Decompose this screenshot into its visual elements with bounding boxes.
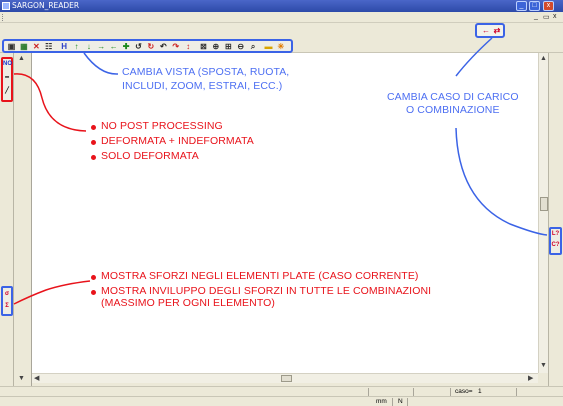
title-bar[interactable]: SARGON_READER _ □ x xyxy=(0,0,563,12)
postprocess-icon-group: NO ━ ╱ xyxy=(1,57,13,102)
move-horizontal-icon[interactable]: H xyxy=(60,42,69,51)
status-separator xyxy=(450,388,451,396)
switch-case-icon[interactable]: ⇄ xyxy=(492,26,502,36)
bullet-icon xyxy=(91,290,96,295)
mdi-restore-button[interactable]: ▭ xyxy=(543,13,550,21)
left-splitter[interactable]: ▲ ▼ xyxy=(14,53,32,386)
view-table-icon[interactable]: ☷ xyxy=(44,42,53,51)
force-unit-label: N xyxy=(398,398,403,405)
stress-icon-group: σΣ xyxy=(1,286,13,316)
no-post-processing-icon[interactable]: NO xyxy=(3,61,12,67)
load-case-icon-group: L? C? xyxy=(549,227,562,255)
bullet-icon xyxy=(91,275,96,280)
stress-option-2: MOSTRA INVILUPPO DEGLI SFORZI IN TUTTE L… xyxy=(101,285,432,297)
plate-stress-envelope-icon[interactable]: Σ xyxy=(3,303,11,309)
view-annotation-line-1: CAMBIA VISTA (SPOSTA, RUOTA, xyxy=(122,66,290,78)
splitter-down-arrow-icon[interactable]: ▼ xyxy=(18,375,25,382)
view-grid-icon[interactable]: ▦ xyxy=(19,42,28,51)
zoom-window-icon[interactable]: ⊠ xyxy=(199,42,208,51)
close-button[interactable]: x xyxy=(543,1,554,11)
arrow-left-icon[interactable]: ← xyxy=(109,42,118,51)
mdi-minimize-button[interactable]: _ xyxy=(534,13,538,20)
menubar-grip[interactable] xyxy=(2,14,4,21)
minimize-button[interactable]: _ xyxy=(516,1,527,11)
view-toolbar-group: ▣ ▦ ✕ ☷ H ↑ ↓ → ← ✚ ↺ ↻ ↶ ↷ ↕ ⊠ ⊕ ⊞ ⊖ ⌕ ▬ ✳ xyxy=(2,39,293,53)
arrow-up-icon[interactable]: ↑ xyxy=(72,42,81,51)
center-icon[interactable]: ✚ xyxy=(122,42,131,51)
app-window: SARGON_READER _ □ x _ ▭ x ← ⇄ ▣ ▦ ✕ ☷ H ↑ ↓ → ← ✚… xyxy=(0,0,563,406)
open-folder-icon[interactable]: ▬ xyxy=(264,42,273,51)
rotate-up-icon[interactable]: ↶ xyxy=(159,42,168,51)
zoom-out-icon[interactable]: ⊖ xyxy=(236,42,245,51)
load-case-annotation-line-2: O COMBINAZIONE xyxy=(406,104,500,116)
rotate-left-icon[interactable]: ↺ xyxy=(134,42,143,51)
load-case-icon[interactable]: L? xyxy=(551,231,560,237)
left-panel xyxy=(0,53,14,398)
scroll-left-icon[interactable]: ◀ xyxy=(34,374,39,382)
case-label: caso= xyxy=(455,388,473,395)
status-separator xyxy=(392,398,393,406)
status-separator xyxy=(368,388,369,396)
arrow-right-icon[interactable]: → xyxy=(97,42,106,51)
previous-case-icon[interactable]: ← xyxy=(481,26,491,36)
postprocess-option-1: NO POST PROCESSING xyxy=(101,120,223,132)
zoom-extents-icon[interactable]: ⌕ xyxy=(249,42,258,51)
app-icon xyxy=(2,2,10,10)
combination-icon[interactable]: C? xyxy=(551,242,560,248)
view-toolbar: ▣ ▦ ✕ ☷ H ↑ ↓ → ← ✚ ↺ ↻ ↶ ↷ ↕ ⊠ ⊕ ⊞ ⊖ ⌕ ▬ ✳ xyxy=(0,39,563,53)
status-separator xyxy=(413,388,414,396)
deformed-undeformed-icon[interactable]: ━ xyxy=(3,74,11,81)
bullet-icon xyxy=(91,155,96,160)
vertical-scroll-thumb[interactable] xyxy=(540,197,548,211)
status-bar-case: caso= 1 xyxy=(0,386,563,396)
view-annotation-line-2: INCLUDI, ZOOM, ESTRAI, ECC.) xyxy=(122,80,283,92)
bullet-icon xyxy=(91,125,96,130)
view-frame-icon[interactable]: ▣ xyxy=(7,42,16,51)
case-selector-group: ← ⇄ xyxy=(475,23,505,38)
plate-stress-current-icon[interactable]: σ xyxy=(3,291,11,297)
mdi-close-button[interactable]: x xyxy=(553,13,557,20)
horizontal-scroll-thumb[interactable] xyxy=(281,375,292,382)
deformed-only-icon[interactable]: ╱ xyxy=(3,87,11,94)
stress-option-1: MOSTRA SFORZI NEGLI ELEMENTI PLATE (CASO… xyxy=(101,270,419,282)
rotate-z-icon[interactable]: ↕ xyxy=(184,42,193,51)
scroll-up-icon[interactable]: ▲ xyxy=(540,55,547,62)
scroll-right-icon[interactable]: ▶ xyxy=(528,374,533,382)
horizontal-scrollbar[interactable]: ◀ ▶ xyxy=(32,373,538,383)
bullet-icon xyxy=(91,140,96,145)
window-title: SARGON_READER xyxy=(12,1,80,10)
stress-option-3: (MASSIMO PER OGNI ELEMENTO) xyxy=(101,297,276,309)
scroll-down-icon[interactable]: ▼ xyxy=(540,362,547,369)
zoom-all-icon[interactable]: ⊞ xyxy=(224,42,233,51)
rotate-right-icon[interactable]: ↻ xyxy=(146,42,155,51)
vertical-scrollbar[interactable]: ▲ ▼ xyxy=(538,53,548,373)
zoom-in-icon[interactable]: ⊕ xyxy=(211,42,220,51)
extract-icon[interactable]: ✳ xyxy=(276,42,285,51)
status-separator xyxy=(516,388,517,396)
status-separator xyxy=(407,398,408,406)
postprocess-option-2: DEFORMATA + INDEFORMATA xyxy=(101,135,254,147)
maximize-button[interactable]: □ xyxy=(529,1,540,11)
right-panel xyxy=(548,53,563,398)
status-bar-units: mm N xyxy=(0,396,563,406)
postprocess-option-3: SOLO DEFORMATA xyxy=(101,150,199,162)
units-label: mm xyxy=(376,398,387,405)
view-beam-icon[interactable]: ✕ xyxy=(32,42,41,51)
load-case-annotation-line-1: CAMBIA CASO DI CARICO xyxy=(387,91,519,103)
menu-bar: _ ▭ x xyxy=(0,12,563,23)
case-value: 1 xyxy=(478,388,482,395)
arrow-down-icon[interactable]: ↓ xyxy=(84,42,93,51)
splitter-up-arrow-icon[interactable]: ▲ xyxy=(18,55,25,62)
rotate-down-icon[interactable]: ↷ xyxy=(171,42,180,51)
